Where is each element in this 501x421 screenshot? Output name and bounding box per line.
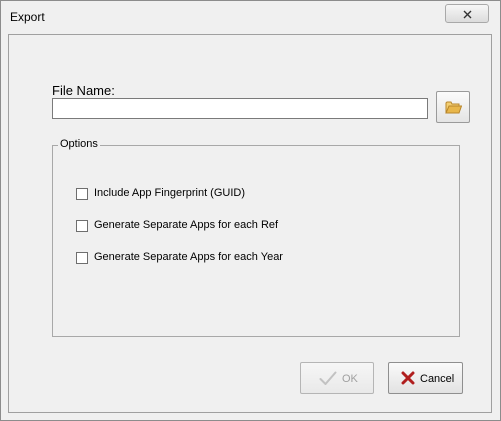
separate-apps-year-label[interactable]: Generate Separate Apps for each Year — [94, 251, 283, 263]
window-title: Export — [10, 10, 45, 24]
separate-apps-ref-checkbox[interactable] — [76, 220, 88, 232]
include-fingerprint-label[interactable]: Include App Fingerprint (GUID) — [94, 187, 245, 199]
options-legend: Options — [58, 138, 100, 150]
include-fingerprint-checkbox[interactable] — [76, 188, 88, 200]
options-groupbox — [52, 145, 460, 337]
ok-button[interactable]: OK — [300, 362, 374, 394]
close-icon — [463, 10, 472, 19]
checkmark-icon — [319, 371, 337, 385]
cancel-button[interactable]: Cancel — [388, 362, 463, 394]
cancel-button-label: Cancel — [420, 373, 455, 385]
close-button[interactable] — [445, 4, 489, 23]
folder-open-icon — [445, 101, 462, 114]
file-name-input[interactable] — [52, 98, 428, 119]
file-name-label: File Name: — [52, 83, 115, 98]
ok-button-label: OK — [342, 373, 358, 385]
separate-apps-ref-label[interactable]: Generate Separate Apps for each Ref — [94, 219, 278, 231]
export-dialog: Export File Name: Options Include App Fi… — [0, 0, 501, 421]
x-icon — [401, 371, 415, 385]
browse-button[interactable] — [436, 91, 470, 123]
separate-apps-year-checkbox[interactable] — [76, 252, 88, 264]
title-bar[interactable]: Export — [1, 1, 500, 34]
